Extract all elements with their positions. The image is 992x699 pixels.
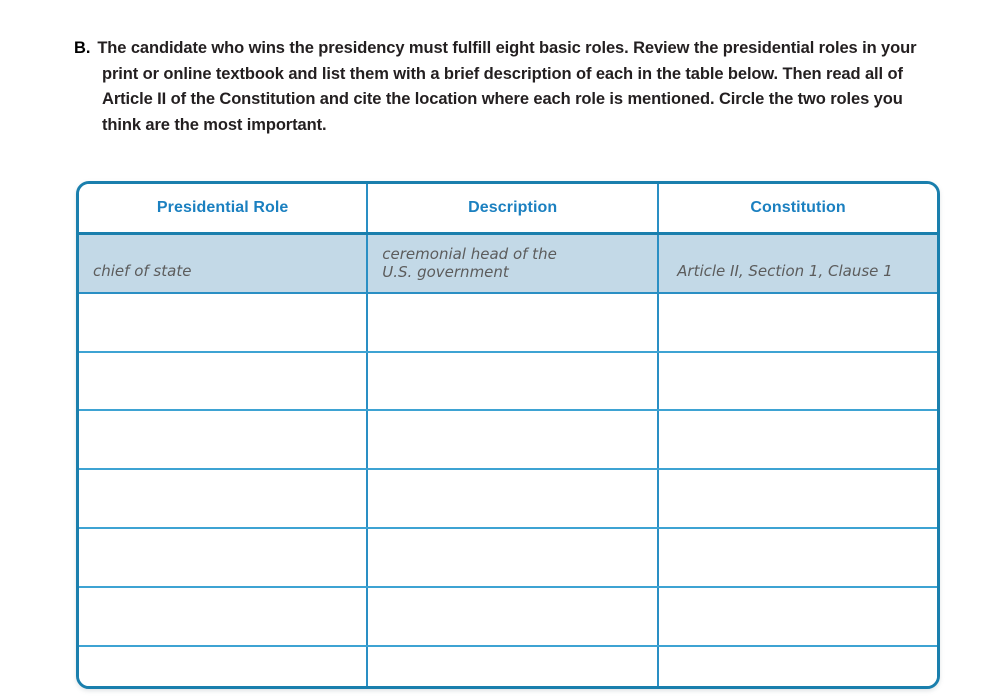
column-header-constitution: Constitution <box>658 184 937 235</box>
worksheet-page: B. The candidate who wins the presidency … <box>0 0 992 699</box>
table-row <box>79 586 937 647</box>
cell-presidential-role[interactable] <box>79 645 369 686</box>
constitution-text <box>659 607 937 625</box>
role-text <box>79 313 366 331</box>
role-text <box>79 490 366 508</box>
constitution-text <box>659 666 937 684</box>
cell-constitution[interactable] <box>658 410 937 471</box>
cell-description[interactable] <box>367 469 660 529</box>
cell-description[interactable] <box>367 527 660 588</box>
instruction-item-b: B. The candidate who wins the presidency … <box>74 36 930 138</box>
cell-presidential-role[interactable] <box>79 527 369 588</box>
constitution-text <box>659 431 937 449</box>
cell-constitution[interactable]: Article II, Section 1, Clause 1 <box>658 233 937 294</box>
cell-presidential-role[interactable]: chief of state <box>79 233 369 294</box>
cell-presidential-role[interactable] <box>79 292 369 353</box>
cell-constitution[interactable] <box>658 292 937 353</box>
table-row <box>79 645 937 686</box>
description-text <box>368 490 657 508</box>
table-body: chief of state ceremonial head of the U.S.… <box>79 233 937 686</box>
constitution-text <box>659 313 937 331</box>
role-text <box>79 431 366 449</box>
presidential-roles-table-container: Presidential Role Description Constituti… <box>76 181 940 689</box>
role-text <box>79 548 366 566</box>
cell-description[interactable]: ceremonial head of the U.S. government <box>367 233 660 294</box>
cell-description[interactable] <box>367 410 660 471</box>
presidential-roles-table: Presidential Role Description Constituti… <box>79 184 937 686</box>
instruction-label: B. <box>74 39 91 57</box>
cell-constitution[interactable] <box>658 351 937 412</box>
constitution-text <box>659 490 937 508</box>
cell-presidential-role[interactable] <box>79 469 369 529</box>
cell-description[interactable] <box>367 586 660 647</box>
constitution-text <box>659 372 937 390</box>
cell-description[interactable] <box>367 351 660 412</box>
table-row <box>79 292 937 353</box>
role-text <box>79 372 366 390</box>
cell-constitution[interactable] <box>658 645 937 686</box>
table-header-row: Presidential Role Description Constituti… <box>79 184 937 235</box>
cell-description[interactable] <box>367 292 660 353</box>
instruction-text: The candidate who wins the presidency mu… <box>97 39 917 134</box>
description-text <box>368 607 657 625</box>
description-text <box>368 313 657 331</box>
column-header-description: Description <box>367 184 660 235</box>
table-header: Presidential Role Description Constituti… <box>79 184 937 235</box>
role-text <box>79 666 366 684</box>
description-text <box>368 431 657 449</box>
constitution-text <box>659 548 937 566</box>
cell-constitution[interactable] <box>658 586 937 647</box>
instructions-block: B. The candidate who wins the presidency … <box>74 36 930 138</box>
table-row: chief of state ceremonial head of the U.S.… <box>79 233 937 294</box>
table-row <box>79 527 937 588</box>
column-header-presidential-role: Presidential Role <box>79 184 369 235</box>
table-row <box>79 351 937 412</box>
role-text: chief of state <box>93 262 192 281</box>
cell-constitution[interactable] <box>658 527 937 588</box>
description-text <box>368 548 657 566</box>
role-text <box>79 607 366 625</box>
description-line-2: U.S. government <box>382 263 509 282</box>
description-line-1: ceremonial head of the <box>382 245 557 264</box>
table-row <box>79 410 937 471</box>
cell-presidential-role[interactable] <box>79 351 369 412</box>
cell-presidential-role[interactable] <box>79 586 369 647</box>
table-row <box>79 469 937 529</box>
cell-description[interactable] <box>367 645 660 686</box>
description-text <box>368 372 657 390</box>
description-text: ceremonial head of the U.S. government <box>368 245 657 281</box>
constitution-text: Article II, Section 1, Clause 1 <box>677 262 893 281</box>
cell-presidential-role[interactable] <box>79 410 369 471</box>
cell-constitution[interactable] <box>658 469 937 529</box>
description-text <box>368 666 657 684</box>
